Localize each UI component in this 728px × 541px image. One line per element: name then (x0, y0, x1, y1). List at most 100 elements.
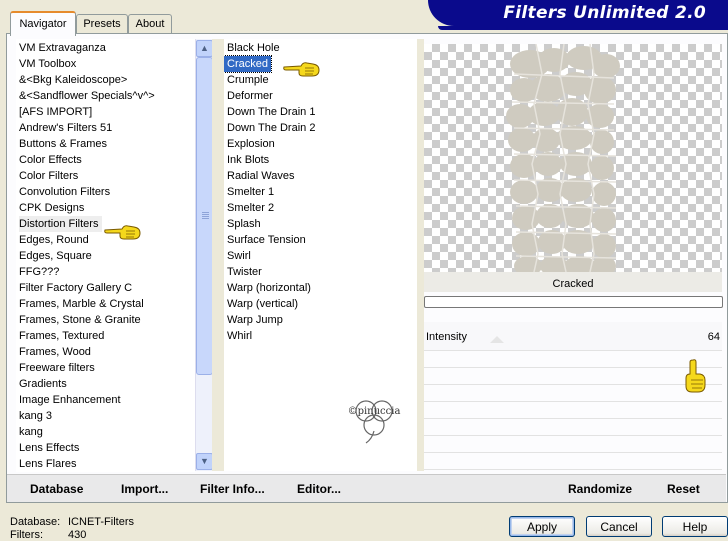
scroll-up-icon[interactable]: ▲ (196, 40, 213, 57)
category-item-lens-effects[interactable]: Lens Effects (16, 440, 195, 456)
category-item-label: Frames, Marble & Crystal (19, 298, 144, 310)
category-item-label: FFG??? (19, 266, 60, 278)
filter-item-label: Whirl (227, 330, 253, 342)
app-title: Filters Unlimited 2.0 (503, 3, 706, 23)
filter-item-label: Swirl (227, 250, 251, 262)
category-item-vm-toolbox[interactable]: VM Toolbox (16, 56, 195, 72)
category-item-sandflower-specials-v[interactable]: &<Sandflower Specials^v^> (16, 88, 195, 104)
tab-presets[interactable]: Presets (76, 14, 128, 34)
tab-navigator[interactable]: Navigator (10, 11, 76, 36)
category-item-color-effects[interactable]: Color Effects (16, 152, 195, 168)
category-item-frames-marble-crystal[interactable]: Frames, Marble & Crystal (16, 296, 195, 312)
category-scrollbar[interactable]: ▲ ▼ (195, 39, 213, 471)
import-button[interactable]: Import... (121, 482, 168, 496)
category-item-frames-wood[interactable]: Frames, Wood (16, 344, 195, 360)
filter-item-down-the-drain-1[interactable]: Down The Drain 1 (224, 104, 417, 120)
category-item-label: kang 3 (19, 410, 53, 422)
filter-item-label: Surface Tension (227, 234, 306, 246)
filter-item-label: Crumple (227, 74, 269, 86)
category-item-label: kang (19, 426, 43, 438)
filter-item-label: Warp Jump (227, 314, 283, 326)
filter-item-splash[interactable]: Splash (224, 216, 417, 232)
category-item-andrew-s-filters-51[interactable]: Andrew's Filters 51 (16, 120, 195, 136)
filter-item-label: Smelter 1 (227, 186, 275, 198)
category-item-lens-flares[interactable]: Lens Flares (16, 456, 195, 472)
filter-list[interactable]: Black Hole Cracked Crumple Deformer Down The… (224, 39, 417, 471)
category-item-label: [AFS IMPORT] (19, 106, 93, 118)
filter-item-label: Twister (227, 266, 262, 278)
category-item-label: Frames, Stone & Granite (19, 314, 141, 326)
category-item-ffg[interactable]: FFG??? (16, 264, 195, 280)
filter-item-label: Black Hole (227, 42, 280, 54)
title-banner: Filters Unlimited 2.0 (428, 0, 728, 32)
filter-item-warp-vertical[interactable]: Warp (vertical) (224, 296, 417, 312)
category-item-label: Freeware filters (19, 362, 95, 374)
filter-item-label: Warp (horizontal) (227, 282, 311, 294)
category-item-vm-extravaganza[interactable]: VM Extravaganza (16, 40, 195, 56)
filter-item-swirl[interactable]: Swirl (224, 248, 417, 264)
filter-item-ink-blots[interactable]: Ink Blots (224, 152, 417, 168)
scroll-down-icon[interactable]: ▼ (196, 453, 213, 470)
filter-item-label: Down The Drain 2 (227, 122, 316, 134)
category-list[interactable]: VM Extravaganza VM Toolbox &<Bkg Kaleidosc… (16, 39, 195, 472)
category-item-frames-stone-granite[interactable]: Frames, Stone & Granite (16, 312, 195, 328)
category-item-label: Andrew's Filters 51 (19, 122, 113, 134)
filter-item-explosion[interactable]: Explosion (224, 136, 417, 152)
filter-item-black-hole[interactable]: Black Hole (224, 40, 417, 56)
category-item-label: Lens Effects (19, 442, 80, 454)
filter-item-deformer[interactable]: Deformer (224, 88, 417, 104)
intensity-label: Intensity (426, 331, 467, 343)
randomize-button[interactable]: Randomize (568, 482, 632, 496)
category-item-kang-3[interactable]: kang 3 (16, 408, 195, 424)
category-item-color-filters[interactable]: Color Filters (16, 168, 195, 184)
category-item-gradients[interactable]: Gradients (16, 376, 195, 392)
help-button[interactable]: Help (662, 516, 728, 537)
filter-item-warp-jump[interactable]: Warp Jump (224, 312, 417, 328)
category-item-kang[interactable]: kang (16, 424, 195, 440)
category-item-bkg-kaleidoscope[interactable]: &<Bkg Kaleidoscope> (16, 72, 195, 88)
category-item-label: Frames, Wood (19, 346, 91, 358)
filter-item-radial-waves[interactable]: Radial Waves (224, 168, 417, 184)
filter-item-twister[interactable]: Twister (224, 264, 417, 280)
category-item-freeware-filters[interactable]: Freeware filters (16, 360, 195, 376)
category-item-label: Edges, Round (19, 234, 89, 246)
filter-item-smelter-1[interactable]: Smelter 1 (224, 184, 417, 200)
cancel-button[interactable]: Cancel (586, 516, 652, 537)
category-item-edges-square[interactable]: Edges, Square (16, 248, 195, 264)
category-item-filter-factory-gallery-c[interactable]: Filter Factory Gallery C (16, 280, 195, 296)
scroll-thumb[interactable] (196, 57, 213, 375)
panel-divider (417, 39, 424, 471)
intensity-row[interactable]: Intensity 64 (424, 322, 722, 351)
category-item-image-enhancement[interactable]: Image Enhancement (16, 392, 195, 408)
preview-graphic (506, 44, 620, 272)
editor-button[interactable]: Editor... (297, 482, 341, 496)
watermark-text: ©pinuccia (347, 406, 401, 417)
intensity-value: 64 (707, 331, 720, 343)
category-item-label: Edges, Square (19, 250, 92, 262)
status-filters-value: 430 (68, 529, 87, 541)
category-item-cpk-designs[interactable]: CPK Designs (16, 200, 195, 216)
filter-item-smelter-2[interactable]: Smelter 2 (224, 200, 417, 216)
apply-button[interactable]: Apply (509, 516, 575, 537)
category-item-afs-import[interactable]: [AFS IMPORT] (16, 104, 195, 120)
slider-thumb-icon[interactable] (490, 336, 504, 343)
category-item-buttons-frames[interactable]: Buttons & Frames (16, 136, 195, 152)
category-item-label: Convolution Filters (19, 186, 111, 198)
filter-item-label: Splash (227, 218, 261, 230)
filter-item-whirl[interactable]: Whirl (224, 328, 417, 344)
filter-item-warp-horizontal[interactable]: Warp (horizontal) (224, 280, 417, 296)
tab-about[interactable]: About (128, 14, 172, 34)
status-database-label: Database: (10, 516, 61, 528)
category-item-label: &<Sandflower Specials^v^> (19, 90, 155, 102)
database-button[interactable]: Database (30, 482, 83, 496)
filter-item-surface-tension[interactable]: Surface Tension (224, 232, 417, 248)
filter-info-button[interactable]: Filter Info... (200, 482, 265, 496)
pointing-hand-icon (104, 225, 141, 240)
reset-button[interactable]: Reset (667, 482, 700, 496)
status-filters-label: Filters: (10, 529, 43, 541)
category-item-frames-textured[interactable]: Frames, Textured (16, 328, 195, 344)
filter-item-down-the-drain-2[interactable]: Down The Drain 2 (224, 120, 417, 136)
category-item-label: Buttons & Frames (19, 138, 108, 150)
category-item-convolution-filters[interactable]: Convolution Filters (16, 184, 195, 200)
filter-item-label: Warp (vertical) (227, 298, 299, 310)
